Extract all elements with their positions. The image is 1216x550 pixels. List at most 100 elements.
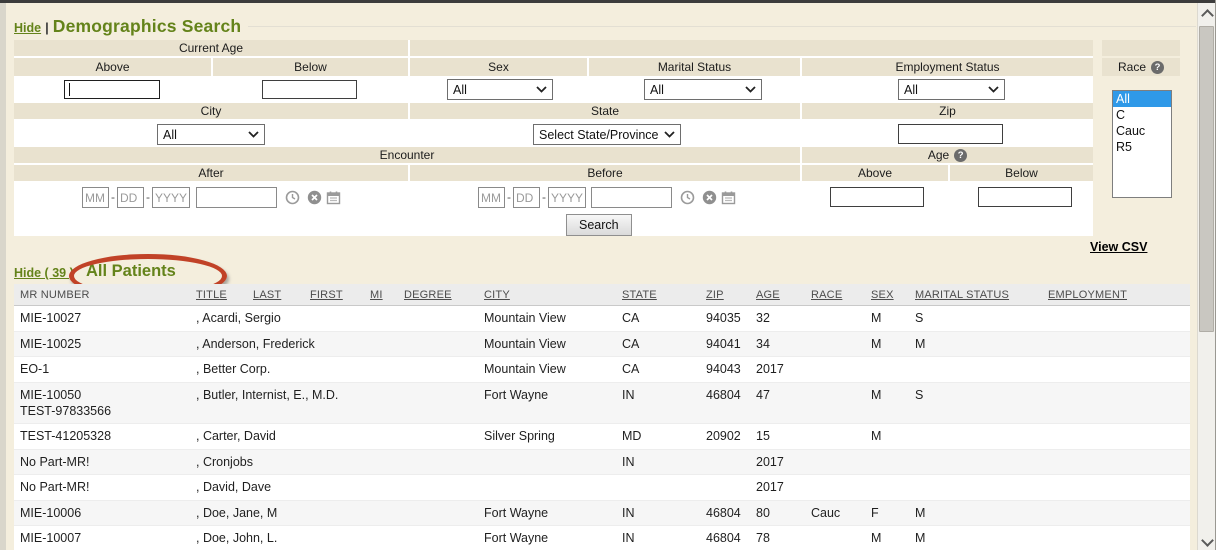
patient-row[interactable]: MIE-10027 , Acardi, Sergio Mountain View… bbox=[14, 306, 1190, 332]
state-label: State bbox=[410, 103, 800, 119]
col-employment[interactable]: EMPLOYMENT bbox=[1048, 289, 1127, 301]
before-time-input[interactable] bbox=[591, 187, 672, 208]
clock-icon[interactable] bbox=[680, 190, 695, 205]
patient-city: Fort Wayne bbox=[484, 382, 622, 424]
race-option[interactable]: C bbox=[1113, 107, 1171, 123]
patients-header-row: MR NUMBER TITLE LAST FIRST MI DEGREE CIT… bbox=[14, 284, 1190, 306]
patients-tbody: MIE-10027 , Acardi, Sergio Mountain View… bbox=[14, 306, 1190, 550]
race-option[interactable]: All bbox=[1113, 91, 1171, 107]
after-mm-input[interactable] bbox=[82, 187, 109, 208]
encounter-after-label: After bbox=[14, 165, 408, 181]
after-time-input[interactable] bbox=[196, 187, 277, 208]
state-select-value: Select State/Province bbox=[539, 128, 659, 142]
patient-row[interactable]: EO-1 , Better Corp. Mountain View CA 940… bbox=[14, 357, 1190, 383]
calendar-icon[interactable] bbox=[326, 190, 341, 205]
clear-icon[interactable] bbox=[307, 190, 322, 205]
patient-state: IN bbox=[622, 382, 706, 424]
age-below-input[interactable] bbox=[978, 187, 1072, 207]
col-race[interactable]: RACE bbox=[811, 289, 842, 301]
current-age-below-input[interactable] bbox=[262, 80, 357, 99]
col-mi[interactable]: MI bbox=[370, 289, 383, 301]
state-select[interactable]: Select State/Province bbox=[533, 124, 681, 145]
employment-status-select[interactable]: All bbox=[898, 79, 1005, 100]
hide-results-link[interactable]: Hide ( 39 ) bbox=[14, 266, 74, 280]
patient-race bbox=[811, 475, 871, 501]
race-listbox[interactable]: AllCCaucR5 bbox=[1112, 90, 1172, 198]
encounter-group-label: Encounter bbox=[14, 147, 800, 163]
patient-name: , Cronjobs bbox=[196, 449, 484, 475]
patient-race: Cauc bbox=[811, 500, 871, 526]
col-zip[interactable]: ZIP bbox=[706, 289, 724, 301]
view-csv-link[interactable]: View CSV bbox=[1090, 240, 1147, 254]
patient-age: 2017 bbox=[756, 357, 811, 383]
patient-city bbox=[484, 449, 622, 475]
patient-race bbox=[811, 449, 871, 475]
col-city[interactable]: CITY bbox=[484, 289, 510, 301]
page-title: Demographics Search bbox=[53, 16, 242, 36]
patient-row[interactable]: No Part-MR! , David, Dave 2017 bbox=[14, 475, 1190, 501]
patient-state: IN bbox=[622, 500, 706, 526]
col-first[interactable]: FIRST bbox=[310, 289, 343, 301]
calendar-icon[interactable] bbox=[721, 190, 736, 205]
patient-zip: 94035 bbox=[706, 306, 756, 332]
patient-marital: M bbox=[915, 526, 1048, 550]
patient-marital: M bbox=[915, 331, 1048, 357]
sex-select[interactable]: All bbox=[447, 79, 553, 100]
col-title[interactable]: TITLE bbox=[196, 289, 227, 301]
zip-input[interactable] bbox=[898, 124, 1003, 144]
date-dash: - bbox=[146, 190, 150, 204]
scrollbar-thumb[interactable] bbox=[1199, 26, 1214, 332]
patient-mr: No Part-MR! bbox=[20, 455, 196, 471]
search-form: Current Age Above Below Sex Marital Stat… bbox=[14, 40, 1093, 236]
col-last[interactable]: LAST bbox=[253, 289, 281, 301]
after-yyyy-input[interactable] bbox=[152, 187, 190, 208]
race-option[interactable]: Cauc bbox=[1113, 123, 1171, 139]
patient-name: , Doe, Jane, M bbox=[196, 500, 484, 526]
before-yyyy-input[interactable] bbox=[548, 187, 586, 208]
current-age-above-input[interactable] bbox=[64, 80, 160, 99]
before-dd-input[interactable] bbox=[513, 187, 540, 208]
chevron-down-icon bbox=[536, 86, 547, 93]
col-degree[interactable]: DEGREE bbox=[404, 289, 452, 301]
col-sex[interactable]: SEX bbox=[871, 289, 894, 301]
search-button[interactable]: Search bbox=[566, 214, 632, 236]
before-mm-input[interactable] bbox=[478, 187, 505, 208]
patient-sex bbox=[871, 475, 915, 501]
patient-row[interactable]: MIE-10007 , Doe, John, L. Fort Wayne IN … bbox=[14, 526, 1190, 550]
age-above-input[interactable] bbox=[830, 187, 924, 207]
clear-icon[interactable] bbox=[702, 190, 717, 205]
age-help-icon[interactable]: ? bbox=[954, 149, 967, 162]
city-select-value: All bbox=[163, 128, 177, 142]
patient-employment bbox=[1048, 500, 1190, 526]
hide-search-link[interactable]: Hide bbox=[14, 21, 41, 35]
patient-state: IN bbox=[622, 449, 706, 475]
patient-row[interactable]: TEST-41205328 , Carter, David Silver Spr… bbox=[14, 424, 1190, 450]
patient-mr: MIE-10006 bbox=[20, 506, 196, 522]
patient-zip bbox=[706, 475, 756, 501]
city-select[interactable]: All bbox=[157, 124, 265, 145]
current-age-below-label: Below bbox=[213, 58, 408, 76]
patient-employment bbox=[1048, 526, 1190, 550]
panel-header: Hide|Demographics Search bbox=[14, 16, 241, 37]
patient-row[interactable]: MIE-10050TEST-97833566 , Butler, Interni… bbox=[14, 382, 1190, 424]
patient-employment bbox=[1048, 475, 1190, 501]
patient-row[interactable]: MIE-10025 , Anderson, Frederick Mountain… bbox=[14, 331, 1190, 357]
current-age-above-label: Above bbox=[14, 58, 211, 76]
patient-row[interactable]: MIE-10006 , Doe, Jane, M Fort Wayne IN 4… bbox=[14, 500, 1190, 526]
patient-mr: EO-1 bbox=[20, 362, 196, 378]
text-caret bbox=[69, 83, 70, 96]
clock-icon[interactable] bbox=[285, 190, 300, 205]
after-dd-input[interactable] bbox=[117, 187, 144, 208]
patient-state: CA bbox=[622, 331, 706, 357]
city-label: City bbox=[14, 103, 408, 119]
col-marital-status[interactable]: MARITAL STATUS bbox=[915, 289, 1009, 301]
patient-mr: MIE-10027 bbox=[20, 311, 196, 327]
marital-status-select[interactable]: All bbox=[644, 79, 762, 100]
patient-mr2: TEST-97833566 bbox=[20, 403, 196, 419]
race-option[interactable]: R5 bbox=[1113, 139, 1171, 155]
col-age[interactable]: AGE bbox=[756, 289, 780, 301]
patient-row[interactable]: No Part-MR! , Cronjobs IN 2017 bbox=[14, 449, 1190, 475]
patient-zip: 46804 bbox=[706, 382, 756, 424]
col-state[interactable]: STATE bbox=[622, 289, 657, 301]
race-help-icon[interactable]: ? bbox=[1151, 61, 1164, 74]
